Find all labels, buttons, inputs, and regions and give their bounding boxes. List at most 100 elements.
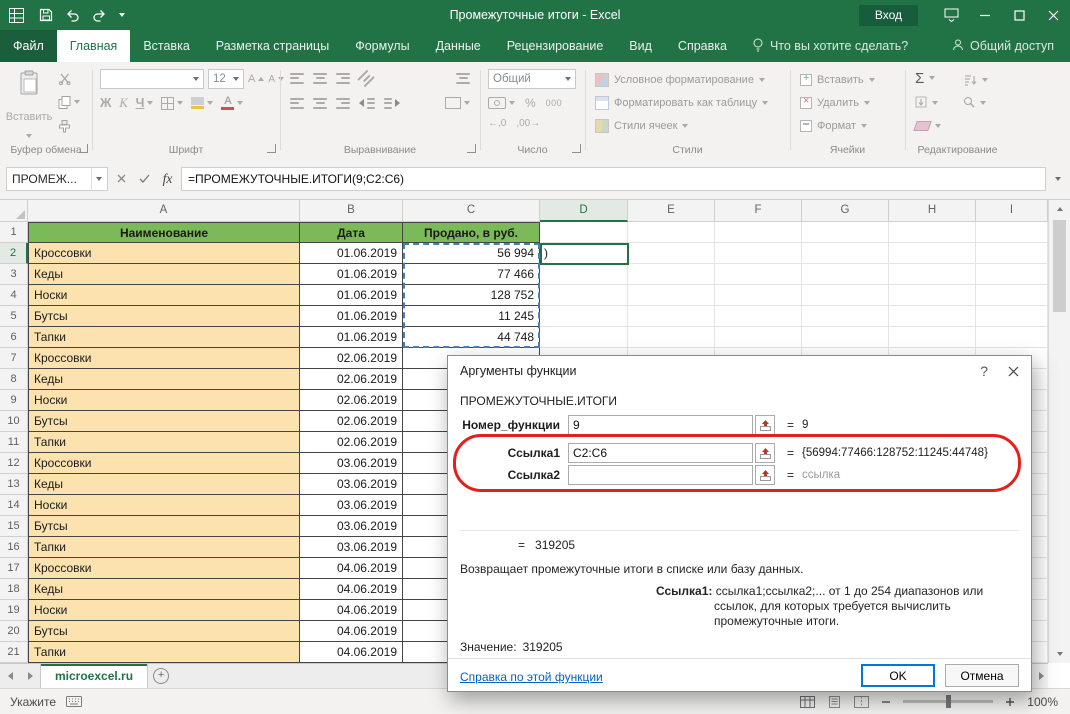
cell-A12[interactable]: Кроссовки bbox=[28, 453, 300, 474]
cell-I1[interactable] bbox=[976, 222, 1048, 243]
cell-D5[interactable] bbox=[540, 306, 628, 327]
cell-E6[interactable] bbox=[628, 327, 715, 348]
dialog-close-icon[interactable] bbox=[1008, 366, 1019, 377]
zoom-out-icon[interactable] bbox=[881, 697, 891, 707]
zoom-slider[interactable] bbox=[903, 700, 993, 703]
cell-A14[interactable]: Носки bbox=[28, 495, 300, 516]
clipboard-dialog-launcher-icon[interactable] bbox=[79, 144, 88, 153]
cell-H6[interactable] bbox=[889, 327, 976, 348]
fill-color-icon[interactable] bbox=[191, 95, 213, 111]
cancel-entry-icon[interactable] bbox=[110, 167, 133, 191]
cell-B19[interactable]: 04.06.2019 bbox=[300, 600, 403, 621]
cell-A1[interactable]: Наименование bbox=[28, 222, 300, 243]
delete-cells-button[interactable]: Удалить bbox=[800, 93, 870, 113]
cell-D3[interactable] bbox=[540, 264, 628, 285]
cell-I2[interactable] bbox=[976, 243, 1048, 264]
comma-format-icon[interactable]: 000 bbox=[546, 98, 563, 108]
orientation-icon[interactable] bbox=[357, 69, 375, 87]
ribbon-tab-7[interactable]: Рецензирование bbox=[494, 30, 617, 62]
ribbon-tab-5[interactable]: Формулы bbox=[342, 30, 422, 62]
range-selector-icon[interactable] bbox=[755, 465, 775, 485]
row-header-21[interactable]: 21 bbox=[0, 642, 28, 663]
ok-button[interactable]: OK bbox=[861, 664, 935, 687]
cell-H1[interactable] bbox=[889, 222, 976, 243]
cell-B9[interactable]: 02.06.2019 bbox=[300, 390, 403, 411]
maximize-icon[interactable] bbox=[1002, 0, 1036, 30]
copy-button[interactable] bbox=[58, 94, 80, 110]
cell-G6[interactable] bbox=[802, 327, 889, 348]
cell-E1[interactable] bbox=[628, 222, 715, 243]
redo-icon[interactable] bbox=[92, 9, 107, 22]
row-header-17[interactable]: 17 bbox=[0, 558, 28, 579]
sheet-nav-right-icon[interactable] bbox=[20, 664, 40, 688]
cell-C5[interactable]: 11 245 bbox=[403, 306, 540, 327]
close-icon[interactable] bbox=[1036, 0, 1070, 30]
cell-H5[interactable] bbox=[889, 306, 976, 327]
cell-F5[interactable] bbox=[715, 306, 802, 327]
align-bottom-icon[interactable] bbox=[336, 73, 350, 84]
format-cells-button[interactable]: Формат bbox=[800, 116, 867, 136]
ribbon-tab-1[interactable]: Файл bbox=[0, 30, 57, 62]
zoom-slider-thumb[interactable] bbox=[946, 695, 951, 708]
clear-button[interactable] bbox=[915, 116, 941, 136]
column-header-I[interactable]: I bbox=[976, 200, 1048, 222]
row-header-8[interactable]: 8 bbox=[0, 369, 28, 390]
cell-B5[interactable]: 01.06.2019 bbox=[300, 306, 403, 327]
row-header-10[interactable]: 10 bbox=[0, 411, 28, 432]
insert-function-icon[interactable]: fx bbox=[156, 167, 179, 191]
ribbon-tab-3[interactable]: Вставка bbox=[130, 30, 202, 62]
sign-in-button[interactable]: Вход bbox=[859, 5, 918, 26]
row-header-19[interactable]: 19 bbox=[0, 600, 28, 621]
align-middle-icon[interactable] bbox=[313, 73, 327, 84]
cell-B11[interactable]: 02.06.2019 bbox=[300, 432, 403, 453]
ribbon-tab-2[interactable]: Главная bbox=[57, 30, 131, 62]
scroll-right-icon[interactable] bbox=[1039, 672, 1044, 680]
row-header-7[interactable]: 7 bbox=[0, 348, 28, 369]
italic-button[interactable]: К bbox=[119, 96, 127, 111]
scroll-up-icon[interactable] bbox=[1049, 200, 1070, 218]
number-dialog-launcher-icon[interactable] bbox=[572, 144, 581, 153]
cell-E2[interactable] bbox=[628, 243, 715, 264]
vertical-scrollbar-thumb[interactable] bbox=[1053, 220, 1066, 312]
cell-I5[interactable] bbox=[976, 306, 1048, 327]
fill-button[interactable] bbox=[915, 93, 938, 113]
cancel-button[interactable]: Отмена bbox=[945, 664, 1019, 687]
cell-A17[interactable]: Кроссовки bbox=[28, 558, 300, 579]
row-header-5[interactable]: 5 bbox=[0, 306, 28, 327]
cell-C3[interactable]: 77 466 bbox=[403, 264, 540, 285]
cell-B4[interactable]: 01.06.2019 bbox=[300, 285, 403, 306]
share-button[interactable]: Общий доступ bbox=[952, 30, 1070, 62]
row-header-18[interactable]: 18 bbox=[0, 579, 28, 600]
column-header-A[interactable]: A bbox=[28, 200, 300, 222]
minimize-icon[interactable] bbox=[968, 0, 1002, 30]
name-box[interactable]: ПРОМЕЖ... bbox=[6, 167, 108, 191]
ribbon-display-options-icon[interactable] bbox=[934, 0, 968, 30]
cell-I6[interactable] bbox=[976, 327, 1048, 348]
cell-B10[interactable]: 02.06.2019 bbox=[300, 411, 403, 432]
cell-B18[interactable]: 04.06.2019 bbox=[300, 579, 403, 600]
cell-A11[interactable]: Тапки bbox=[28, 432, 300, 453]
autosum-button[interactable]: Σ bbox=[915, 68, 935, 88]
cell-B17[interactable]: 04.06.2019 bbox=[300, 558, 403, 579]
cell-A3[interactable]: Кеды bbox=[28, 264, 300, 285]
row-header-15[interactable]: 15 bbox=[0, 516, 28, 537]
cell-C2[interactable]: 56 994 bbox=[403, 243, 540, 264]
cell-I4[interactable] bbox=[976, 285, 1048, 306]
cell-B1[interactable]: Дата bbox=[300, 222, 403, 243]
column-header-B[interactable]: B bbox=[300, 200, 403, 222]
paste-button[interactable]: Вставить bbox=[6, 67, 52, 141]
decrease-decimal-icon[interactable]: ,00→ bbox=[516, 118, 540, 129]
cell-G4[interactable] bbox=[802, 285, 889, 306]
cell-H4[interactable] bbox=[889, 285, 976, 306]
cell-A13[interactable]: Кеды bbox=[28, 474, 300, 495]
cell-D1[interactable] bbox=[540, 222, 628, 243]
ribbon-tab-8[interactable]: Вид bbox=[616, 30, 665, 62]
cell-B16[interactable]: 03.06.2019 bbox=[300, 537, 403, 558]
cell-C1[interactable]: Продано, в руб. bbox=[403, 222, 540, 243]
cell-B13[interactable]: 03.06.2019 bbox=[300, 474, 403, 495]
cell-B14[interactable]: 03.06.2019 bbox=[300, 495, 403, 516]
cell-A10[interactable]: Бутсы bbox=[28, 411, 300, 432]
row-header-2[interactable]: 2 bbox=[0, 243, 28, 264]
cell-G5[interactable] bbox=[802, 306, 889, 327]
cell-B20[interactable]: 04.06.2019 bbox=[300, 621, 403, 642]
